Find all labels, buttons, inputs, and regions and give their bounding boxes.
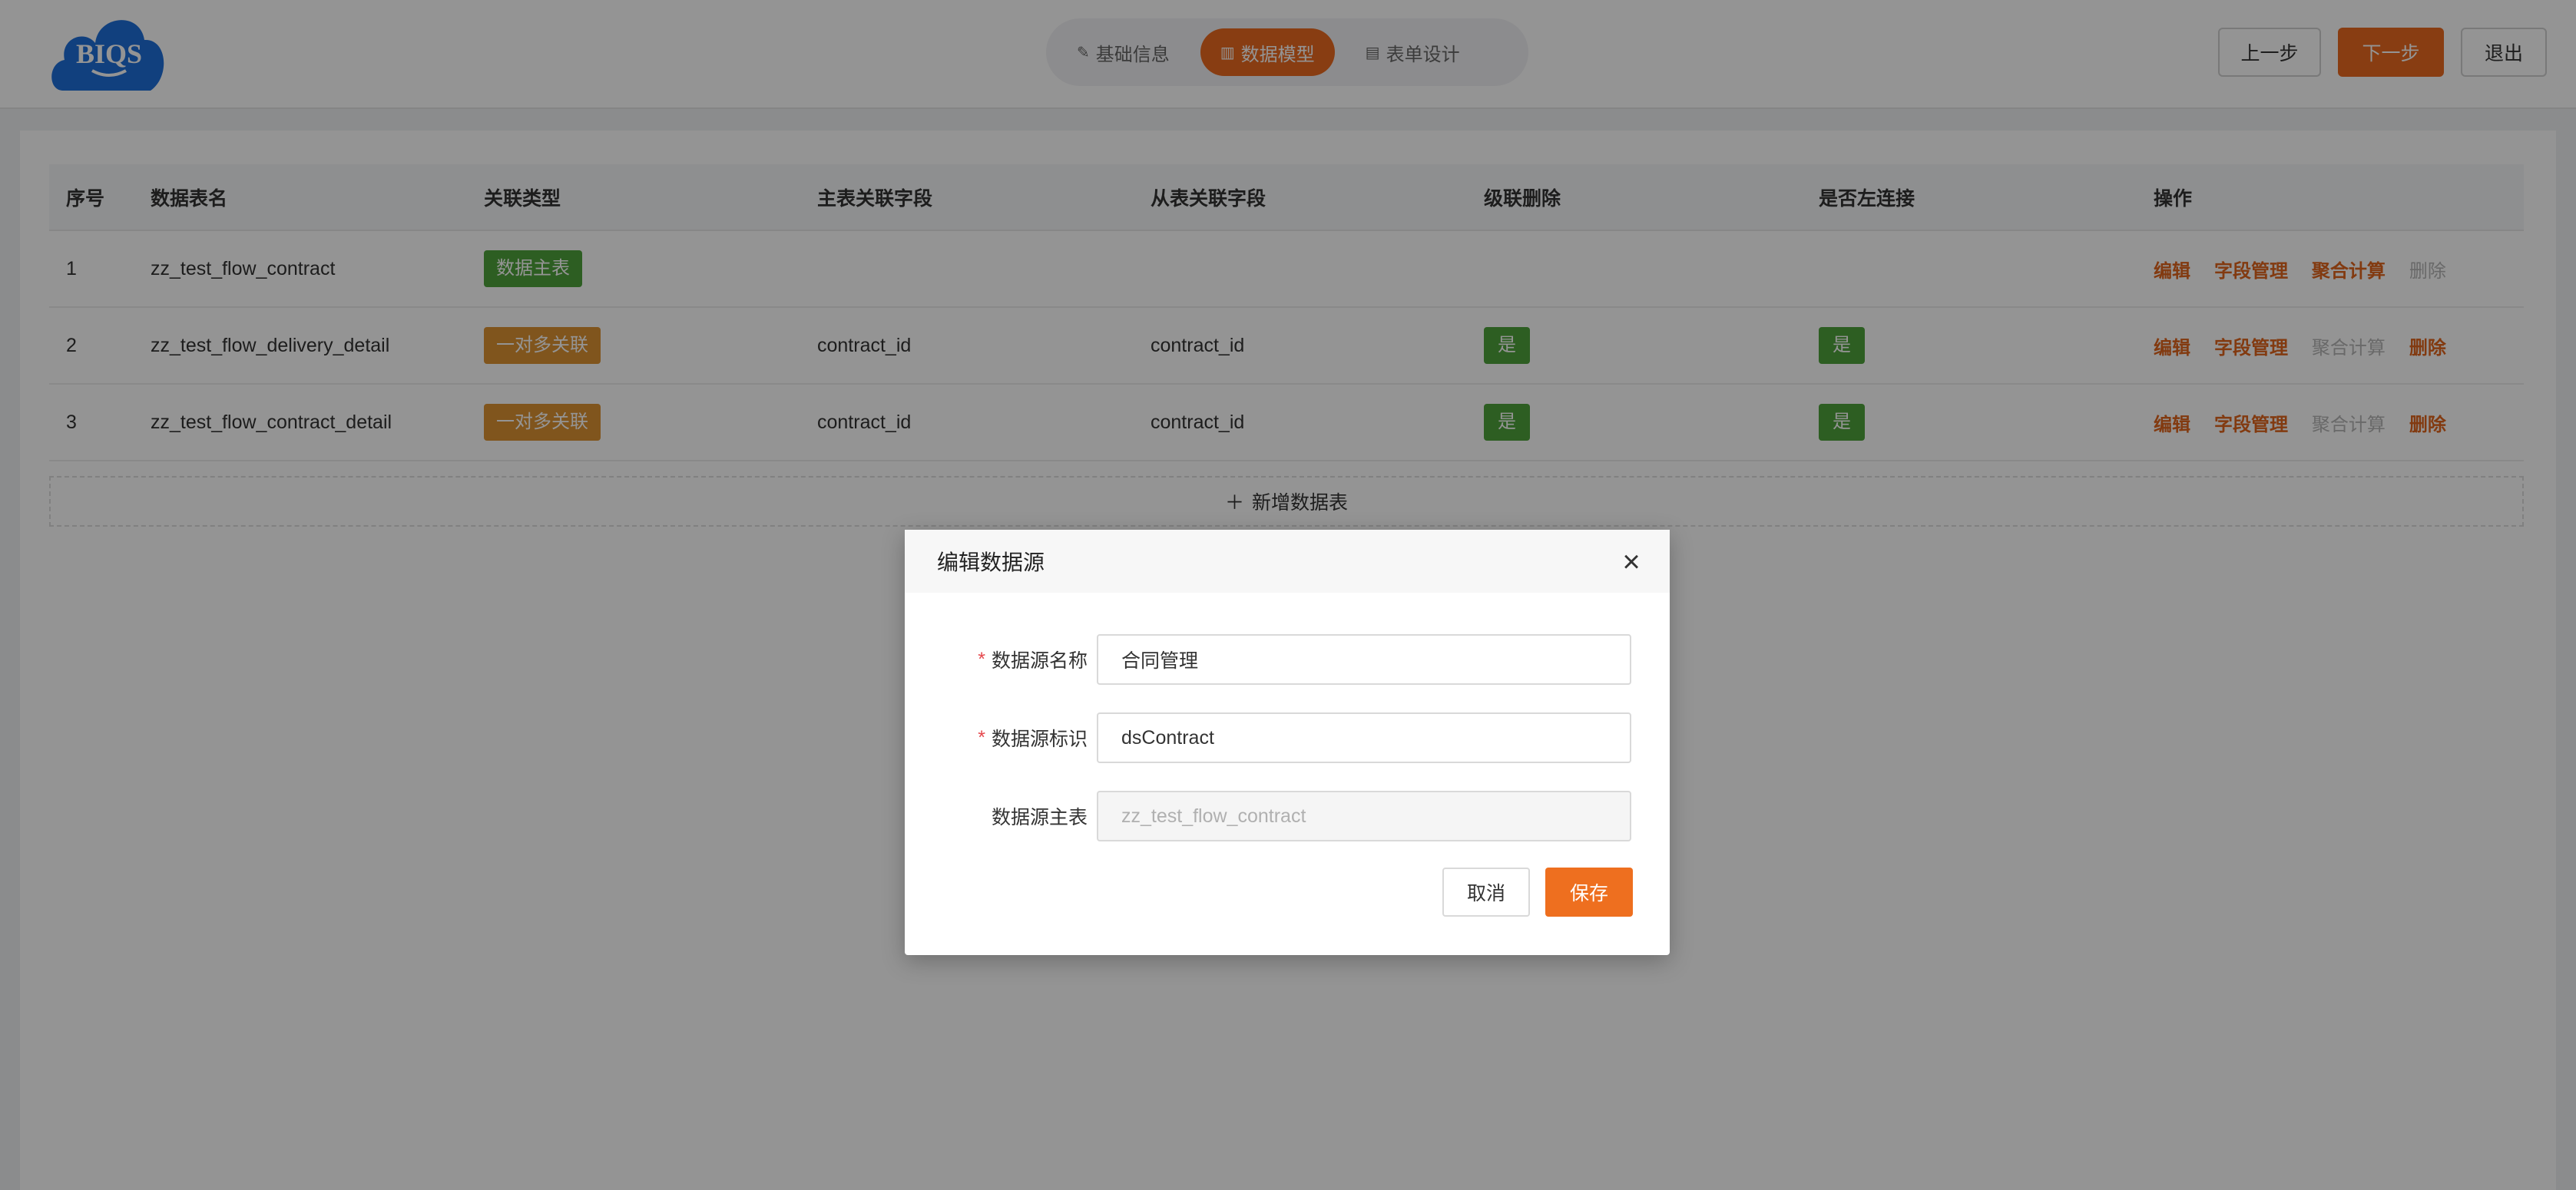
modal-title: 编辑数据源 bbox=[937, 550, 1045, 574]
form-row-name: * 数据源名称 bbox=[905, 634, 1670, 685]
close-icon[interactable]: × bbox=[1616, 547, 1647, 577]
required-mark: * bbox=[978, 648, 985, 670]
form-row-code: * 数据源标识 bbox=[905, 712, 1670, 763]
form-row-main-table: 数据源主表 bbox=[905, 791, 1670, 841]
field-label: 数据源标识 bbox=[991, 729, 1088, 750]
field-label: 数据源名称 bbox=[991, 650, 1088, 672]
edit-datasource-modal: 编辑数据源 × * 数据源名称 * 数据源标识 数据源主表 取消 保存 bbox=[905, 530, 1670, 955]
datasource-main-table-input bbox=[1097, 791, 1631, 841]
save-button[interactable]: 保存 bbox=[1545, 868, 1633, 917]
cancel-button[interactable]: 取消 bbox=[1442, 868, 1530, 917]
datasource-code-input[interactable] bbox=[1097, 712, 1631, 763]
required-mark: * bbox=[978, 726, 985, 749]
modal-header: 编辑数据源 × bbox=[905, 530, 1670, 593]
datasource-name-input[interactable] bbox=[1097, 634, 1631, 685]
field-label: 数据源主表 bbox=[991, 807, 1088, 828]
